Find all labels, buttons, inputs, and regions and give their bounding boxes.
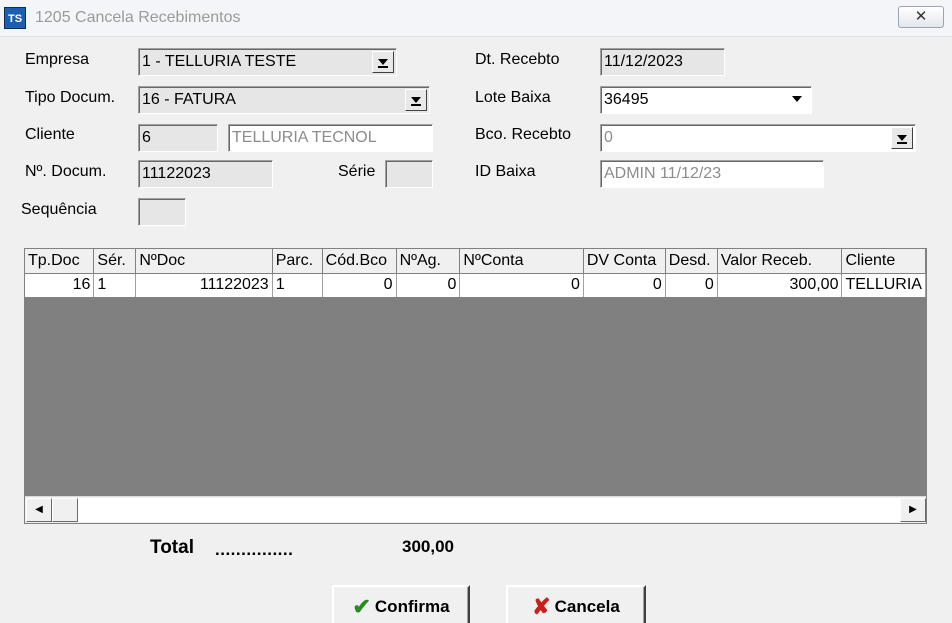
column-header[interactable]: NºConta xyxy=(459,249,584,274)
cancel-label: Cancela xyxy=(554,597,620,616)
scroll-right-icon[interactable]: ▶ xyxy=(900,498,926,522)
cliente-code-field[interactable]: 6 xyxy=(138,124,218,152)
table-cell[interactable]: 0 xyxy=(396,273,461,298)
numero-docum-label: Nº. Docum. xyxy=(25,163,107,180)
receipts-table: Tp.Doc Sér. NºDoc Parc. Cód.Bco NºAg. Nº… xyxy=(25,249,926,298)
numero-docum-field[interactable]: 11122023 xyxy=(138,160,273,188)
scroll-left-icon[interactable]: ◀ xyxy=(26,498,52,522)
table-header-row: Tp.Doc Sér. NºDoc Parc. Cód.Bco NºAg. Nº… xyxy=(25,249,926,274)
table-cell[interactable]: 11122023 xyxy=(135,273,273,298)
dt-recebto-field[interactable]: 11/12/2023 xyxy=(600,48,725,76)
column-header[interactable]: DV Conta xyxy=(583,249,666,274)
x-icon: ✘ xyxy=(532,594,551,619)
table-cell[interactable]: 0 xyxy=(459,273,584,298)
close-button[interactable]: ✕ xyxy=(898,6,944,28)
tipo-docum-select[interactable]: 16 - FATURA xyxy=(138,86,430,114)
total-dots: ............... xyxy=(215,540,294,559)
total-value: 300,00 xyxy=(402,537,454,556)
id-baixa-label: ID Baixa xyxy=(475,163,536,180)
window-title: 1205 Cancela Recebimentos xyxy=(35,9,241,26)
table-cell[interactable]: 0 xyxy=(583,273,666,298)
chevron-down-icon[interactable] xyxy=(787,89,809,111)
title-bar: TS 1205 Cancela Recebimentos ✕ xyxy=(0,0,952,37)
scrollbar-track[interactable] xyxy=(78,498,900,522)
dt-recebto-label: Dt. Recebto xyxy=(475,51,560,68)
column-header[interactable]: NºAg. xyxy=(396,249,461,274)
total-label: Total xyxy=(150,537,194,558)
table-cell[interactable]: 16 xyxy=(25,273,95,298)
chevron-down-icon[interactable] xyxy=(405,89,427,111)
sequencia-label: Sequência xyxy=(21,201,97,218)
table-cell[interactable]: 0 xyxy=(322,273,397,298)
column-header[interactable]: NºDoc xyxy=(135,249,273,274)
scrollbar-thumb[interactable] xyxy=(52,498,78,522)
table-cell[interactable]: 0 xyxy=(665,273,718,298)
empresa-value: 1 - TELLURIA TESTE xyxy=(142,53,297,70)
confirm-label: Confirma xyxy=(374,597,450,616)
serie-field[interactable] xyxy=(385,160,433,188)
chevron-down-icon[interactable] xyxy=(372,51,394,73)
lote-baixa-label: Lote Baixa xyxy=(475,89,551,106)
tipo-docum-label: Tipo Docum. xyxy=(25,89,116,106)
cancel-button[interactable]: ✘ Cancela xyxy=(506,585,646,623)
sequencia-field[interactable] xyxy=(138,198,186,226)
table-cell[interactable]: TELLURIA xyxy=(841,273,926,298)
chevron-down-icon[interactable] xyxy=(891,127,913,149)
cliente-label: Cliente xyxy=(25,126,75,143)
id-baixa-field[interactable]: ADMIN 11/12/23 xyxy=(600,160,824,188)
table-cell[interactable]: 300,00 xyxy=(717,273,843,298)
column-header[interactable]: Cód.Bco xyxy=(322,249,397,274)
check-icon: ✔ xyxy=(352,594,371,619)
receipts-grid[interactable]: Tp.Doc Sér. NºDoc Parc. Cód.Bco NºAg. Nº… xyxy=(24,248,927,524)
lote-baixa-select[interactable]: 36495 xyxy=(600,86,812,114)
bco-recebto-label: Bco. Recebto xyxy=(475,126,572,143)
table-cell[interactable]: 1 xyxy=(93,273,137,298)
column-header[interactable]: Valor Receb. xyxy=(717,249,843,274)
table-cell[interactable]: 1 xyxy=(272,273,323,298)
table-row[interactable]: 16 1 11122023 1 0 0 0 0 0 300,00 TELLURI… xyxy=(25,273,926,298)
empresa-select[interactable]: 1 - TELLURIA TESTE xyxy=(138,48,397,76)
bco-recebto-value: 0 xyxy=(604,129,613,146)
horizontal-scrollbar[interactable]: ◀ ▶ xyxy=(25,496,926,523)
confirm-button[interactable]: ✔ Confirma xyxy=(332,585,470,623)
tipo-docum-value: 16 - FATURA xyxy=(142,91,236,108)
cliente-name-field[interactable]: TELLURIA TECNOL xyxy=(228,124,433,152)
column-header[interactable]: Sér. xyxy=(93,249,137,274)
bco-recebto-select[interactable]: 0 xyxy=(600,124,916,152)
app-icon: TS xyxy=(4,7,26,29)
column-header[interactable]: Tp.Doc xyxy=(25,249,95,274)
column-header[interactable]: Parc. xyxy=(272,249,323,274)
lote-baixa-value: 36495 xyxy=(604,91,649,108)
serie-label: Série xyxy=(338,163,376,180)
empresa-label: Empresa xyxy=(25,51,90,68)
column-header[interactable]: Cliente xyxy=(841,249,926,274)
column-header[interactable]: Desd. xyxy=(665,249,718,274)
